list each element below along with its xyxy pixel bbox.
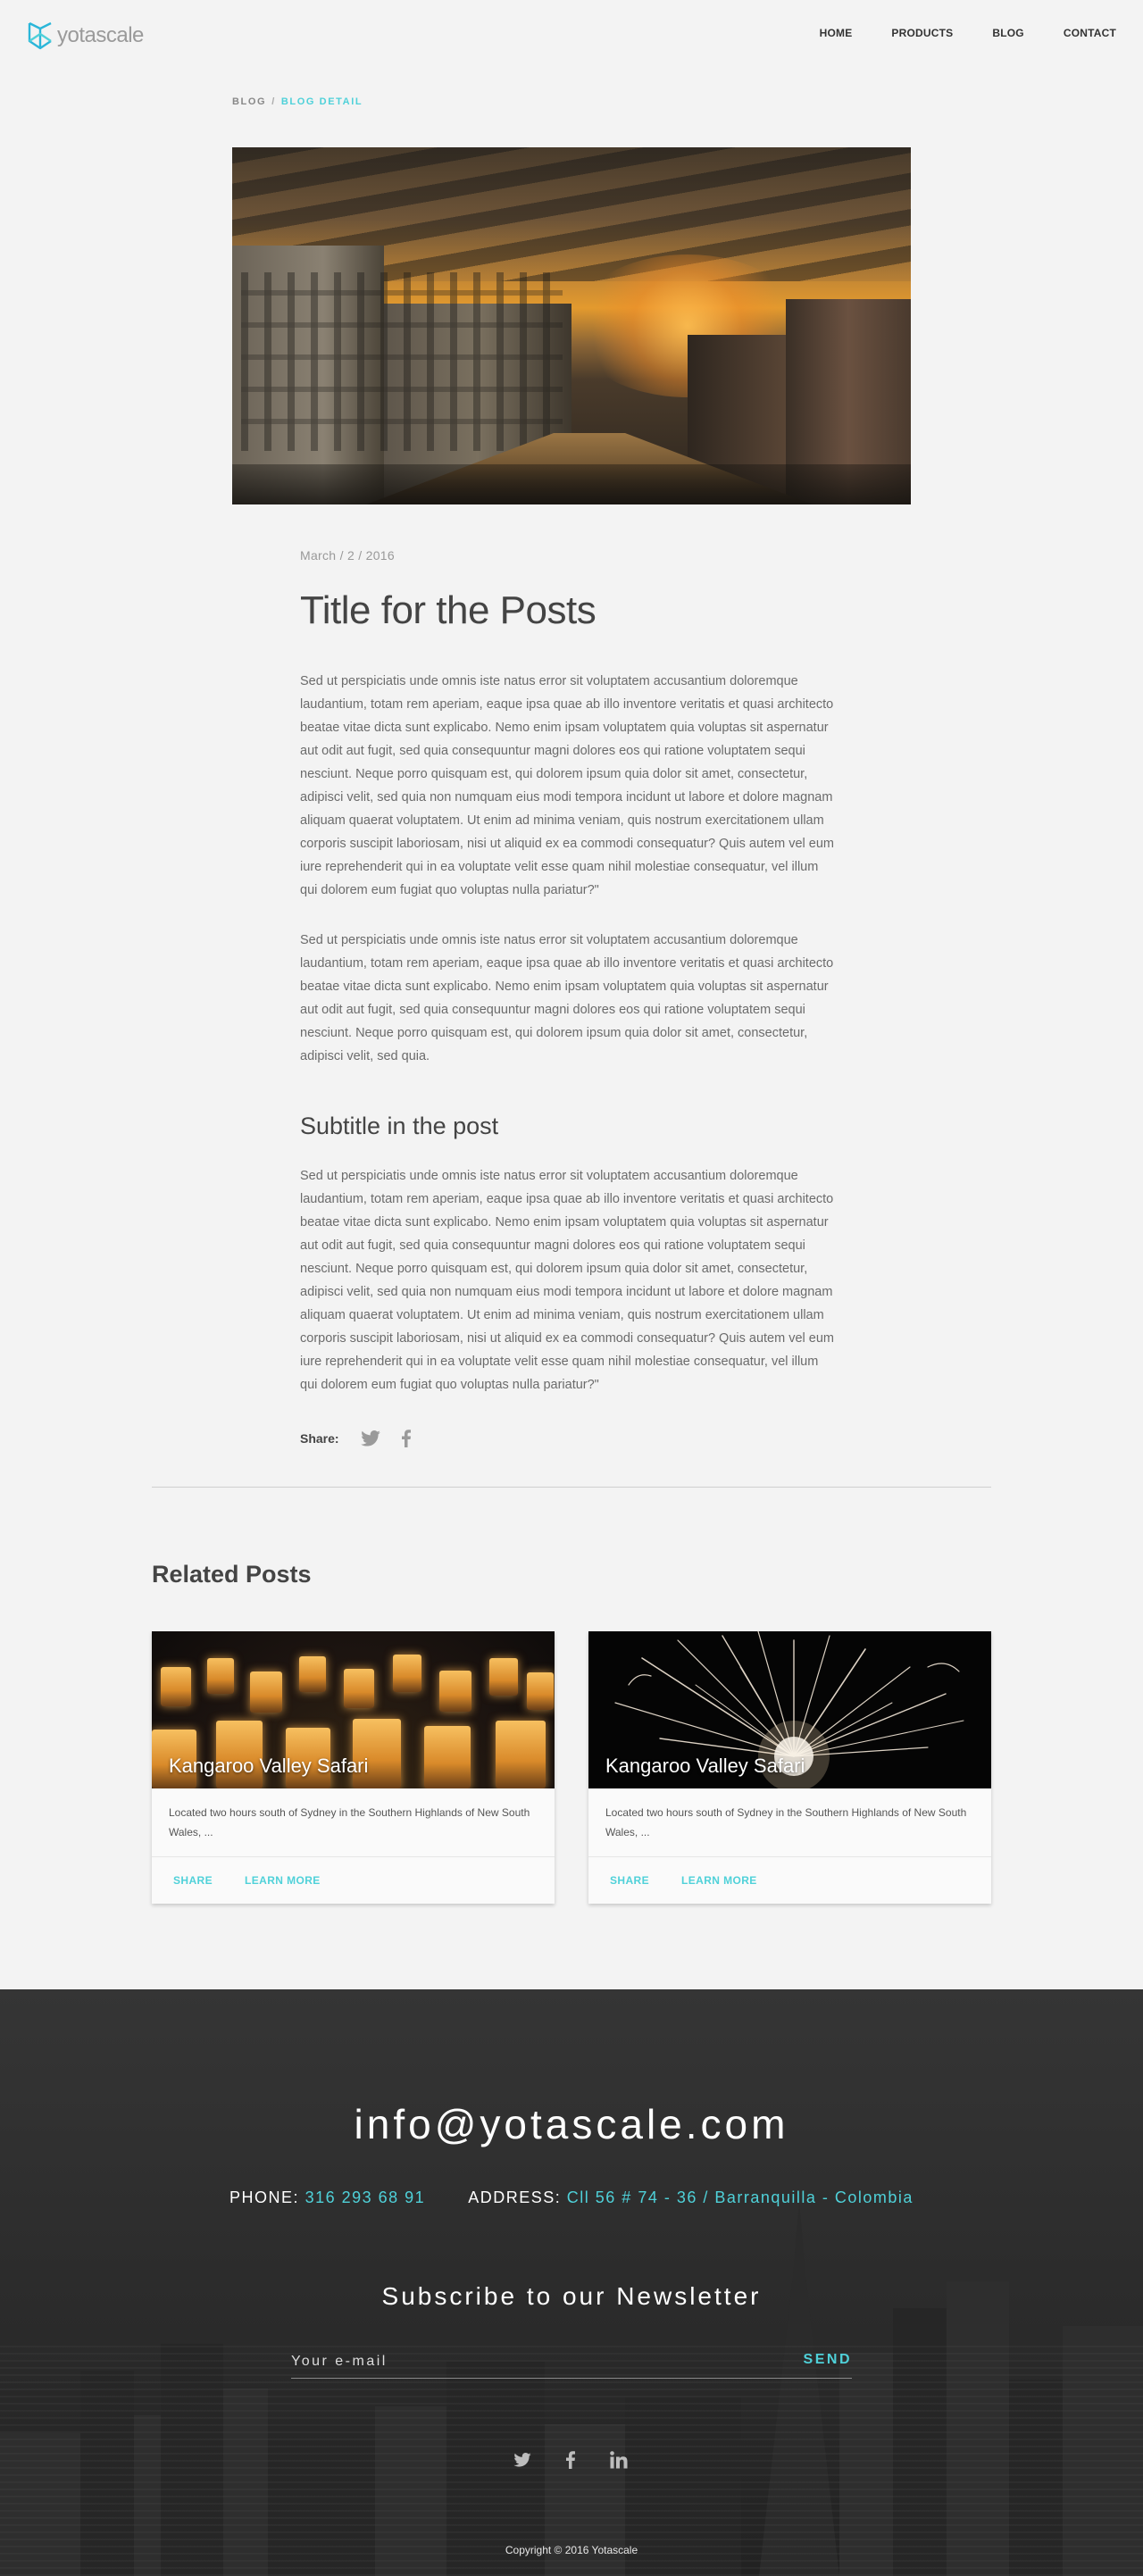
card-share-button[interactable]: SHARE <box>173 1874 213 1887</box>
address-label: ADDRESS: <box>468 2188 562 2206</box>
post-paragraph: Sed ut perspiciatis unde omnis iste natu… <box>300 933 834 1063</box>
footer-skyline-background <box>0 2192 1143 2576</box>
yotascale-logo-icon <box>28 21 52 50</box>
section-divider <box>152 1487 991 1488</box>
hero-windows <box>241 272 563 451</box>
nav-contact[interactable]: CONTACT <box>1064 27 1116 39</box>
nav-products[interactable]: PRODUCTS <box>891 27 953 39</box>
card-learn-more-button[interactable]: LEARN MORE <box>681 1874 757 1887</box>
card-actions: SHARE LEARN MORE <box>152 1857 555 1904</box>
facebook-icon[interactable] <box>561 2450 580 2470</box>
logo[interactable]: yotascale <box>27 20 144 52</box>
phone-value[interactable]: 316 293 68 91 <box>305 2188 426 2206</box>
post-subtitle: Subtitle in the post <box>300 1113 499 1139</box>
related-posts-title: Related Posts <box>152 1561 312 1588</box>
footer-contact-info: PHONE: 316 293 68 91 ADDRESS: Cll 56 # 7… <box>0 2188 1143 2207</box>
share-bar: Share: <box>300 1429 836 1448</box>
lantern <box>250 1671 282 1713</box>
site-footer: info@yotascale.com PHONE: 316 293 68 91 … <box>0 1989 1143 2576</box>
newsletter-email-input[interactable] <box>291 2347 720 2377</box>
copyright: Copyright © 2016 Yotascale <box>505 2544 638 2556</box>
lantern <box>299 1656 326 1692</box>
breadcrumb-current: BLOG DETAIL <box>280 96 363 107</box>
card-image-lanterns[interactable]: Kangaroo Valley Safari <box>152 1631 555 1788</box>
lantern <box>207 1658 234 1694</box>
post-title: Title for the Posts <box>300 588 597 632</box>
lantern <box>496 1721 546 1788</box>
lantern <box>439 1671 471 1712</box>
post-paragraph: Sed ut perspiciatis unde omnis iste natu… <box>300 1169 835 1392</box>
address-value: Cll 56 # 74 - 36 / Barranquilla - Colomb… <box>566 2188 914 2206</box>
footer-email[interactable]: info@yotascale.com <box>0 2100 1143 2148</box>
breadcrumb-separator: / <box>271 96 276 107</box>
footer-social-links <box>513 2450 657 2470</box>
share-label: Share: <box>300 1431 339 1446</box>
breadcrumb: BLOG / BLOG DETAIL <box>232 96 363 107</box>
site-header: yotascale HOME PRODUCTS BLOG CONTACT <box>0 0 1143 71</box>
post-date: March / 2 / 2016 <box>300 548 395 563</box>
related-post-card: Kangaroo Valley Safari Located two hours… <box>588 1631 991 1904</box>
lantern <box>393 1655 421 1692</box>
post-article: March / 2 / 2016 Title for the Posts Sed… <box>300 548 836 1448</box>
card-description: Located two hours south of Sydney in the… <box>169 1806 530 1838</box>
card-share-button[interactable]: SHARE <box>610 1874 649 1887</box>
nav-home[interactable]: HOME <box>820 27 853 39</box>
related-post-card: Kangaroo Valley Safari Located two hours… <box>152 1631 555 1904</box>
card-title[interactable]: Kangaroo Valley Safari <box>169 1755 368 1778</box>
card-description: Located two hours south of Sydney in the… <box>605 1806 967 1838</box>
breadcrumb-blog-link[interactable]: BLOG <box>232 96 266 107</box>
post-hero-image <box>232 147 911 504</box>
phone-label: PHONE: <box>229 2188 300 2206</box>
card-image-sparkler[interactable]: Kangaroo Valley Safari <box>588 1631 991 1788</box>
lantern <box>527 1672 554 1710</box>
lantern <box>424 1726 471 1788</box>
lantern <box>344 1669 374 1708</box>
twitter-icon[interactable] <box>513 2450 532 2470</box>
post-paragraph: Sed ut perspiciatis unde omnis iste natu… <box>300 674 835 897</box>
lantern <box>353 1719 401 1788</box>
card-learn-more-button[interactable]: LEARN MORE <box>245 1874 321 1887</box>
nav-blog[interactable]: BLOG <box>992 27 1023 39</box>
linkedin-icon[interactable] <box>609 2450 629 2470</box>
card-title[interactable]: Kangaroo Valley Safari <box>605 1755 805 1778</box>
main-nav: HOME PRODUCTS BLOG CONTACT <box>780 27 1116 39</box>
newsletter-form: SEND <box>291 2347 852 2379</box>
twitter-icon[interactable] <box>360 1429 380 1448</box>
newsletter-title: Subscribe to our Newsletter <box>381 2282 762 2310</box>
lantern <box>489 1658 518 1696</box>
logo-text: yotascale <box>57 23 144 47</box>
newsletter-send-button[interactable]: SEND <box>804 2352 852 2368</box>
lantern <box>161 1667 191 1706</box>
card-actions: SHARE LEARN MORE <box>588 1857 991 1904</box>
facebook-icon[interactable] <box>396 1429 416 1448</box>
hero-street <box>232 464 911 504</box>
